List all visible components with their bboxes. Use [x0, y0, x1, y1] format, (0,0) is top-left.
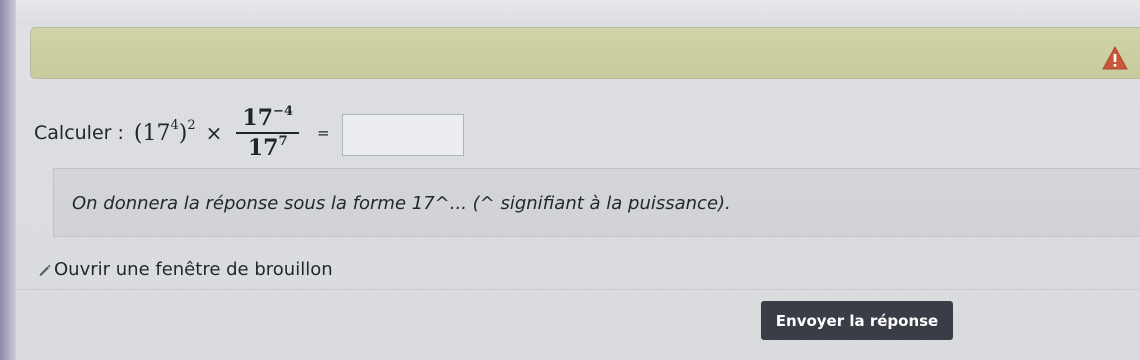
- question-row: Calculer : (174)2 × 17−4 177 =: [34, 98, 464, 168]
- fraction-numerator: 17−4: [236, 105, 299, 131]
- hint-text: On donnera la réponse sous la forme 17^.…: [72, 193, 731, 214]
- power-term: (174)2: [133, 118, 196, 146]
- notice-banner: [30, 27, 1140, 79]
- numerator-base: 17: [242, 105, 274, 131]
- answer-input[interactable]: [341, 114, 464, 156]
- outer-exponent: 2: [187, 118, 196, 134]
- submit-answer-button[interactable]: Envoyer la réponse: [761, 301, 953, 340]
- power-base: 17: [142, 120, 171, 146]
- left-rail: [0, 0, 16, 360]
- fraction-denominator: 177: [242, 135, 294, 161]
- denominator-exponent: 7: [278, 133, 288, 149]
- math-expression: (174)2 × 17−4 177 =: [134, 105, 342, 161]
- draft-link-label: Ouvrir une fenêtre de brouillon: [54, 259, 333, 280]
- question-label: Calculer :: [34, 122, 124, 144]
- inner-exponent: 4: [170, 118, 179, 134]
- times-sign: ×: [205, 121, 223, 145]
- warning-icon: [1102, 45, 1128, 70]
- numerator-exponent: −4: [273, 103, 293, 119]
- divider: [16, 289, 1140, 290]
- denominator-base: 17: [247, 135, 279, 161]
- fraction-bar: [236, 132, 299, 134]
- fraction: 17−4 177: [236, 105, 299, 161]
- hint-box: On donnera la réponse sous la forme 17^.…: [53, 168, 1140, 237]
- pencil-icon: [39, 264, 51, 276]
- top-strip: [16, 0, 1140, 26]
- open-draft-link[interactable]: Ouvrir une fenêtre de brouillon: [38, 259, 333, 280]
- equals-sign: =: [317, 124, 330, 142]
